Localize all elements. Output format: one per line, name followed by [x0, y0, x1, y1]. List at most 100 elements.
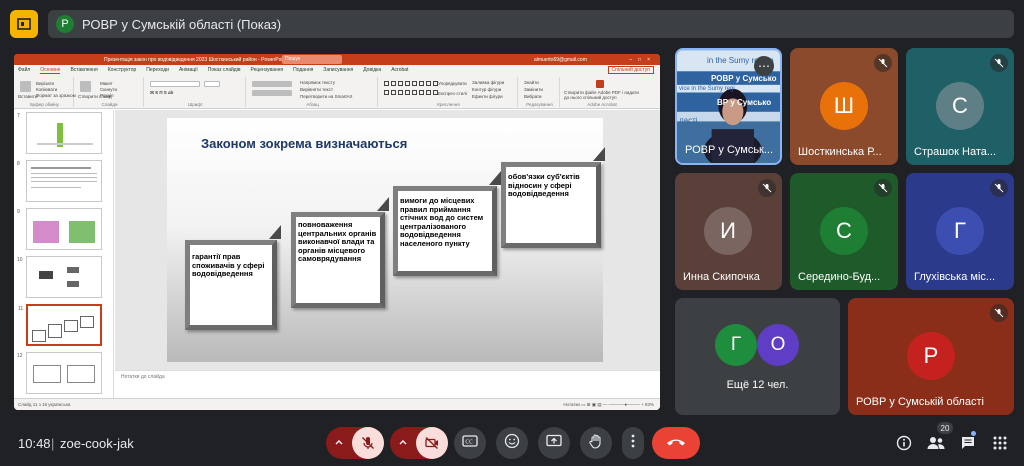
format-painter-button[interactable]: Формат за зразком — [36, 93, 76, 98]
camera-control[interactable] — [390, 427, 448, 459]
section-button[interactable]: Розділ — [100, 93, 113, 98]
slide-thumbnail[interactable]: 8 — [17, 160, 102, 202]
slide-thumbnail[interactable]: 7 — [17, 112, 102, 154]
raise-hand-icon — [588, 433, 604, 454]
bold-button[interactable]: Ж К П S ab — [150, 90, 173, 95]
copy-button[interactable]: Копіювати — [36, 87, 57, 92]
mic-off-icon[interactable] — [352, 427, 384, 459]
shape-outline-button[interactable]: Контур фігури — [472, 87, 501, 92]
ppt-search-input[interactable]: Пошук — [282, 55, 342, 64]
ribbon-tab[interactable]: Анімації — [179, 67, 198, 73]
slide-thumbnails[interactable]: 7 8 9 10 11 12 — [14, 110, 114, 402]
step-text-4: обов'язки суб'єктів відносин у сфері вод… — [508, 172, 580, 198]
ribbon-group-drawing: Упорядкувати Експрес-стилі Заливка фігур… — [380, 77, 518, 107]
ribbon-tab[interactable]: Рецензування — [251, 67, 284, 73]
ribbon-tab[interactable]: Показ слайдів — [208, 67, 241, 73]
slide-thumbnail-selected[interactable]: 11 — [18, 304, 102, 346]
window-controls[interactable]: –□× — [629, 57, 656, 63]
quick-styles-button[interactable]: Експрес-стилі — [438, 91, 467, 96]
shape-effects-button[interactable]: Ефекти фігури — [472, 94, 503, 99]
align-buttons[interactable] — [252, 90, 292, 96]
participant-tile[interactable]: Р РОВР у Сумській області — [848, 298, 1014, 415]
tile-more-options-icon[interactable]: ⋯ — [754, 56, 774, 76]
captions-button[interactable]: CC — [454, 427, 486, 459]
mic-off-icon — [990, 179, 1008, 197]
present-button[interactable] — [538, 427, 570, 459]
speaker-notes[interactable]: Нотатки до слайда — [115, 370, 660, 392]
info-icon — [896, 435, 912, 451]
svg-text:CC: CC — [465, 439, 473, 445]
shapes-gallery[interactable] — [384, 81, 438, 99]
font-name-select[interactable] — [150, 81, 200, 87]
participant-name: Инна Скипочка — [683, 271, 760, 283]
text-direction-button[interactable]: Напрямок тексту — [300, 80, 335, 85]
align-text-button[interactable]: Вирівняти текст — [300, 87, 333, 92]
ribbon-tab[interactable]: Подання — [293, 67, 313, 73]
participant-tile[interactable]: С Страшок Ната... — [906, 48, 1014, 165]
step-box-3: вимоги до місцевих правил приймання стіч… — [393, 171, 501, 276]
more-participants-tile[interactable]: Г О Ещё 12 чел. — [675, 298, 840, 415]
font-size-select[interactable] — [204, 81, 220, 87]
find-button[interactable]: Знайти — [524, 80, 539, 85]
activities-button[interactable] — [990, 433, 1010, 453]
ribbon-tab[interactable]: Конструктор — [108, 67, 137, 73]
people-icon — [927, 437, 945, 449]
step-text-2: повноваження центральних органів виконав… — [298, 220, 377, 263]
layout-button[interactable]: Макет — [100, 81, 113, 86]
mic-control[interactable] — [326, 427, 384, 459]
new-slide-icon[interactable] — [80, 81, 91, 92]
powerpoint-titlebar: Презентація закон про водовідведення 202… — [14, 54, 660, 65]
participant-name: Шосткинська Р... — [798, 146, 882, 158]
select-button[interactable]: Вибрати — [524, 94, 542, 99]
slide-thumbnail[interactable]: 12 — [17, 352, 102, 394]
chevron-up-icon[interactable] — [334, 437, 344, 450]
participant-name: Глухівська міс... — [914, 271, 996, 283]
ribbon-tab[interactable]: Записування — [323, 67, 353, 73]
participant-tile[interactable]: Г Глухівська міс... — [906, 173, 1014, 290]
shared-screen[interactable]: Презентація закон про водовідведення 202… — [14, 54, 660, 410]
present-icon — [546, 434, 562, 453]
chat-button[interactable] — [958, 433, 978, 453]
more-options-button[interactable] — [622, 427, 644, 459]
step-text-1: гарантії прав споживачів у сфері водовід… — [192, 252, 265, 278]
people-button[interactable] — [926, 433, 946, 453]
ribbon-tab[interactable]: Acrobat — [391, 67, 408, 73]
arrange-button[interactable]: Упорядкувати — [438, 81, 467, 86]
chevron-up-icon[interactable] — [398, 434, 408, 452]
leave-call-button[interactable] — [652, 427, 700, 459]
status-zoom-controls[interactable]: Нотатки ▭ ⊞ ▣ ▤ — ─────●──── + 83% — [563, 402, 654, 408]
slide-thumbnail[interactable]: 10 — [17, 256, 102, 298]
share-button[interactable]: Спільний доступ — [607, 66, 654, 74]
emoji-button[interactable] — [496, 427, 528, 459]
document-title: Презентація закон про водовідведення 202… — [104, 56, 287, 63]
ppt-user-account[interactable]: almuerto69@gmail.com — [534, 57, 587, 63]
participant-tile[interactable]: Ш Шосткинська Р... — [790, 48, 898, 165]
current-slide[interactable]: Законом зокрема визначаються гарантії пр… — [167, 118, 605, 362]
cut-button[interactable]: Вирізати — [36, 81, 54, 86]
camera-off-icon[interactable] — [416, 427, 448, 459]
ribbon-group-font: Ж К П S ab Шрифт — [146, 77, 246, 107]
ribbon-tab[interactable]: Переходи — [146, 67, 169, 73]
shape-fill-button[interactable]: Заливка фігури — [472, 80, 504, 85]
slide-thumbnail[interactable]: 9 — [17, 208, 102, 250]
ribbon-tab[interactable]: Основне — [40, 67, 61, 74]
slide-editor[interactable]: Законом зокрема визначаються гарантії пр… — [115, 110, 660, 370]
mic-off-icon — [990, 54, 1008, 72]
replace-button[interactable]: Замінити — [524, 87, 543, 92]
reset-button[interactable]: Скинути — [100, 87, 117, 92]
list-buttons[interactable] — [252, 81, 292, 87]
smartart-button[interactable]: Перетворити на SmartArt — [300, 94, 352, 99]
participant-tile-camera[interactable]: in the Sumy region РОВР у Сумсько vice i… — [675, 48, 782, 165]
participant-name: РОВР у Сумськ... — [685, 144, 774, 156]
participant-tile[interactable]: С Середино-Буд... — [790, 173, 898, 290]
meet-logo-icon — [10, 10, 38, 38]
ribbon-tab[interactable]: Файл — [18, 67, 30, 73]
meeting-details-button[interactable] — [894, 433, 914, 453]
ribbon-tab[interactable]: Вставлення — [70, 67, 97, 73]
acrobat-icon[interactable] — [596, 80, 604, 88]
paste-icon[interactable] — [20, 81, 31, 92]
ribbon: Вставити Вирізати Копіювати Формат за зр… — [14, 75, 660, 109]
ribbon-tab[interactable]: Довідка — [363, 67, 381, 73]
participant-tile[interactable]: И Инна Скипочка — [675, 173, 782, 290]
raise-hand-button[interactable] — [580, 427, 612, 459]
